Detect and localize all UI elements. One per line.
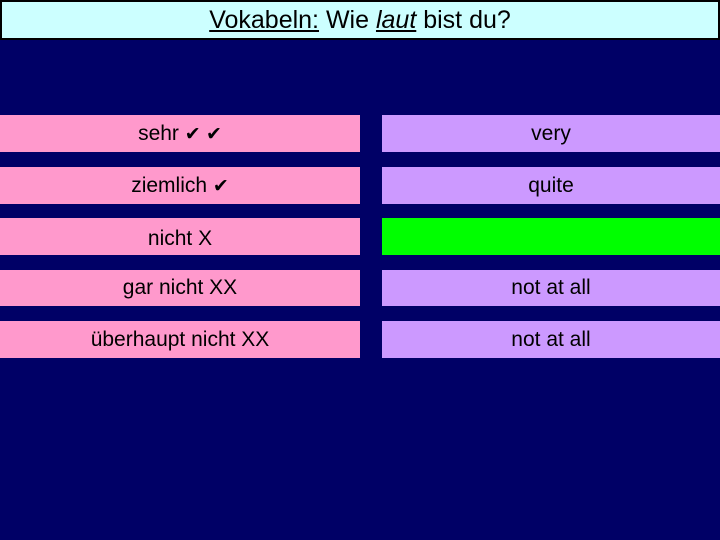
- title-laut: laut: [375, 6, 417, 34]
- german-word: ziemlich: [131, 174, 208, 197]
- slide-title: Vokabeln: Wie laut bist du?: [0, 0, 720, 40]
- english-word: very: [531, 122, 571, 145]
- german-box-nicht[interactable]: nicht X: [0, 218, 360, 255]
- english-box-hidden[interactable]: [382, 218, 720, 255]
- english-box-not-at-all-2[interactable]: not at all: [382, 321, 720, 358]
- german-box-ueberhaupt-nicht[interactable]: überhaupt nicht XX: [0, 321, 360, 358]
- english-box-quite[interactable]: quite: [382, 167, 720, 204]
- check-icon: ✔: [212, 176, 229, 197]
- english-box-not-at-all-1[interactable]: not at all: [382, 270, 720, 306]
- check-icon: ✔ ✔: [184, 124, 222, 145]
- title-wie: Wie: [319, 6, 376, 34]
- english-word: not at all: [511, 328, 591, 351]
- german-box-ziemlich[interactable]: ziemlich ✔: [0, 167, 360, 204]
- german-word: nicht X: [147, 227, 213, 250]
- german-word: sehr: [138, 122, 179, 145]
- german-box-sehr[interactable]: sehr ✔ ✔: [0, 115, 360, 152]
- german-word: gar nicht XX: [122, 276, 238, 299]
- english-box-very[interactable]: very: [382, 115, 720, 152]
- title-bist-du: bist du?: [416, 6, 511, 34]
- german-word: überhaupt nicht XX: [90, 328, 270, 351]
- english-word: not at all: [511, 276, 591, 299]
- english-word: quite: [528, 174, 574, 197]
- title-vokabeln: Vokabeln:: [209, 6, 320, 34]
- german-box-gar-nicht[interactable]: gar nicht XX: [0, 270, 360, 306]
